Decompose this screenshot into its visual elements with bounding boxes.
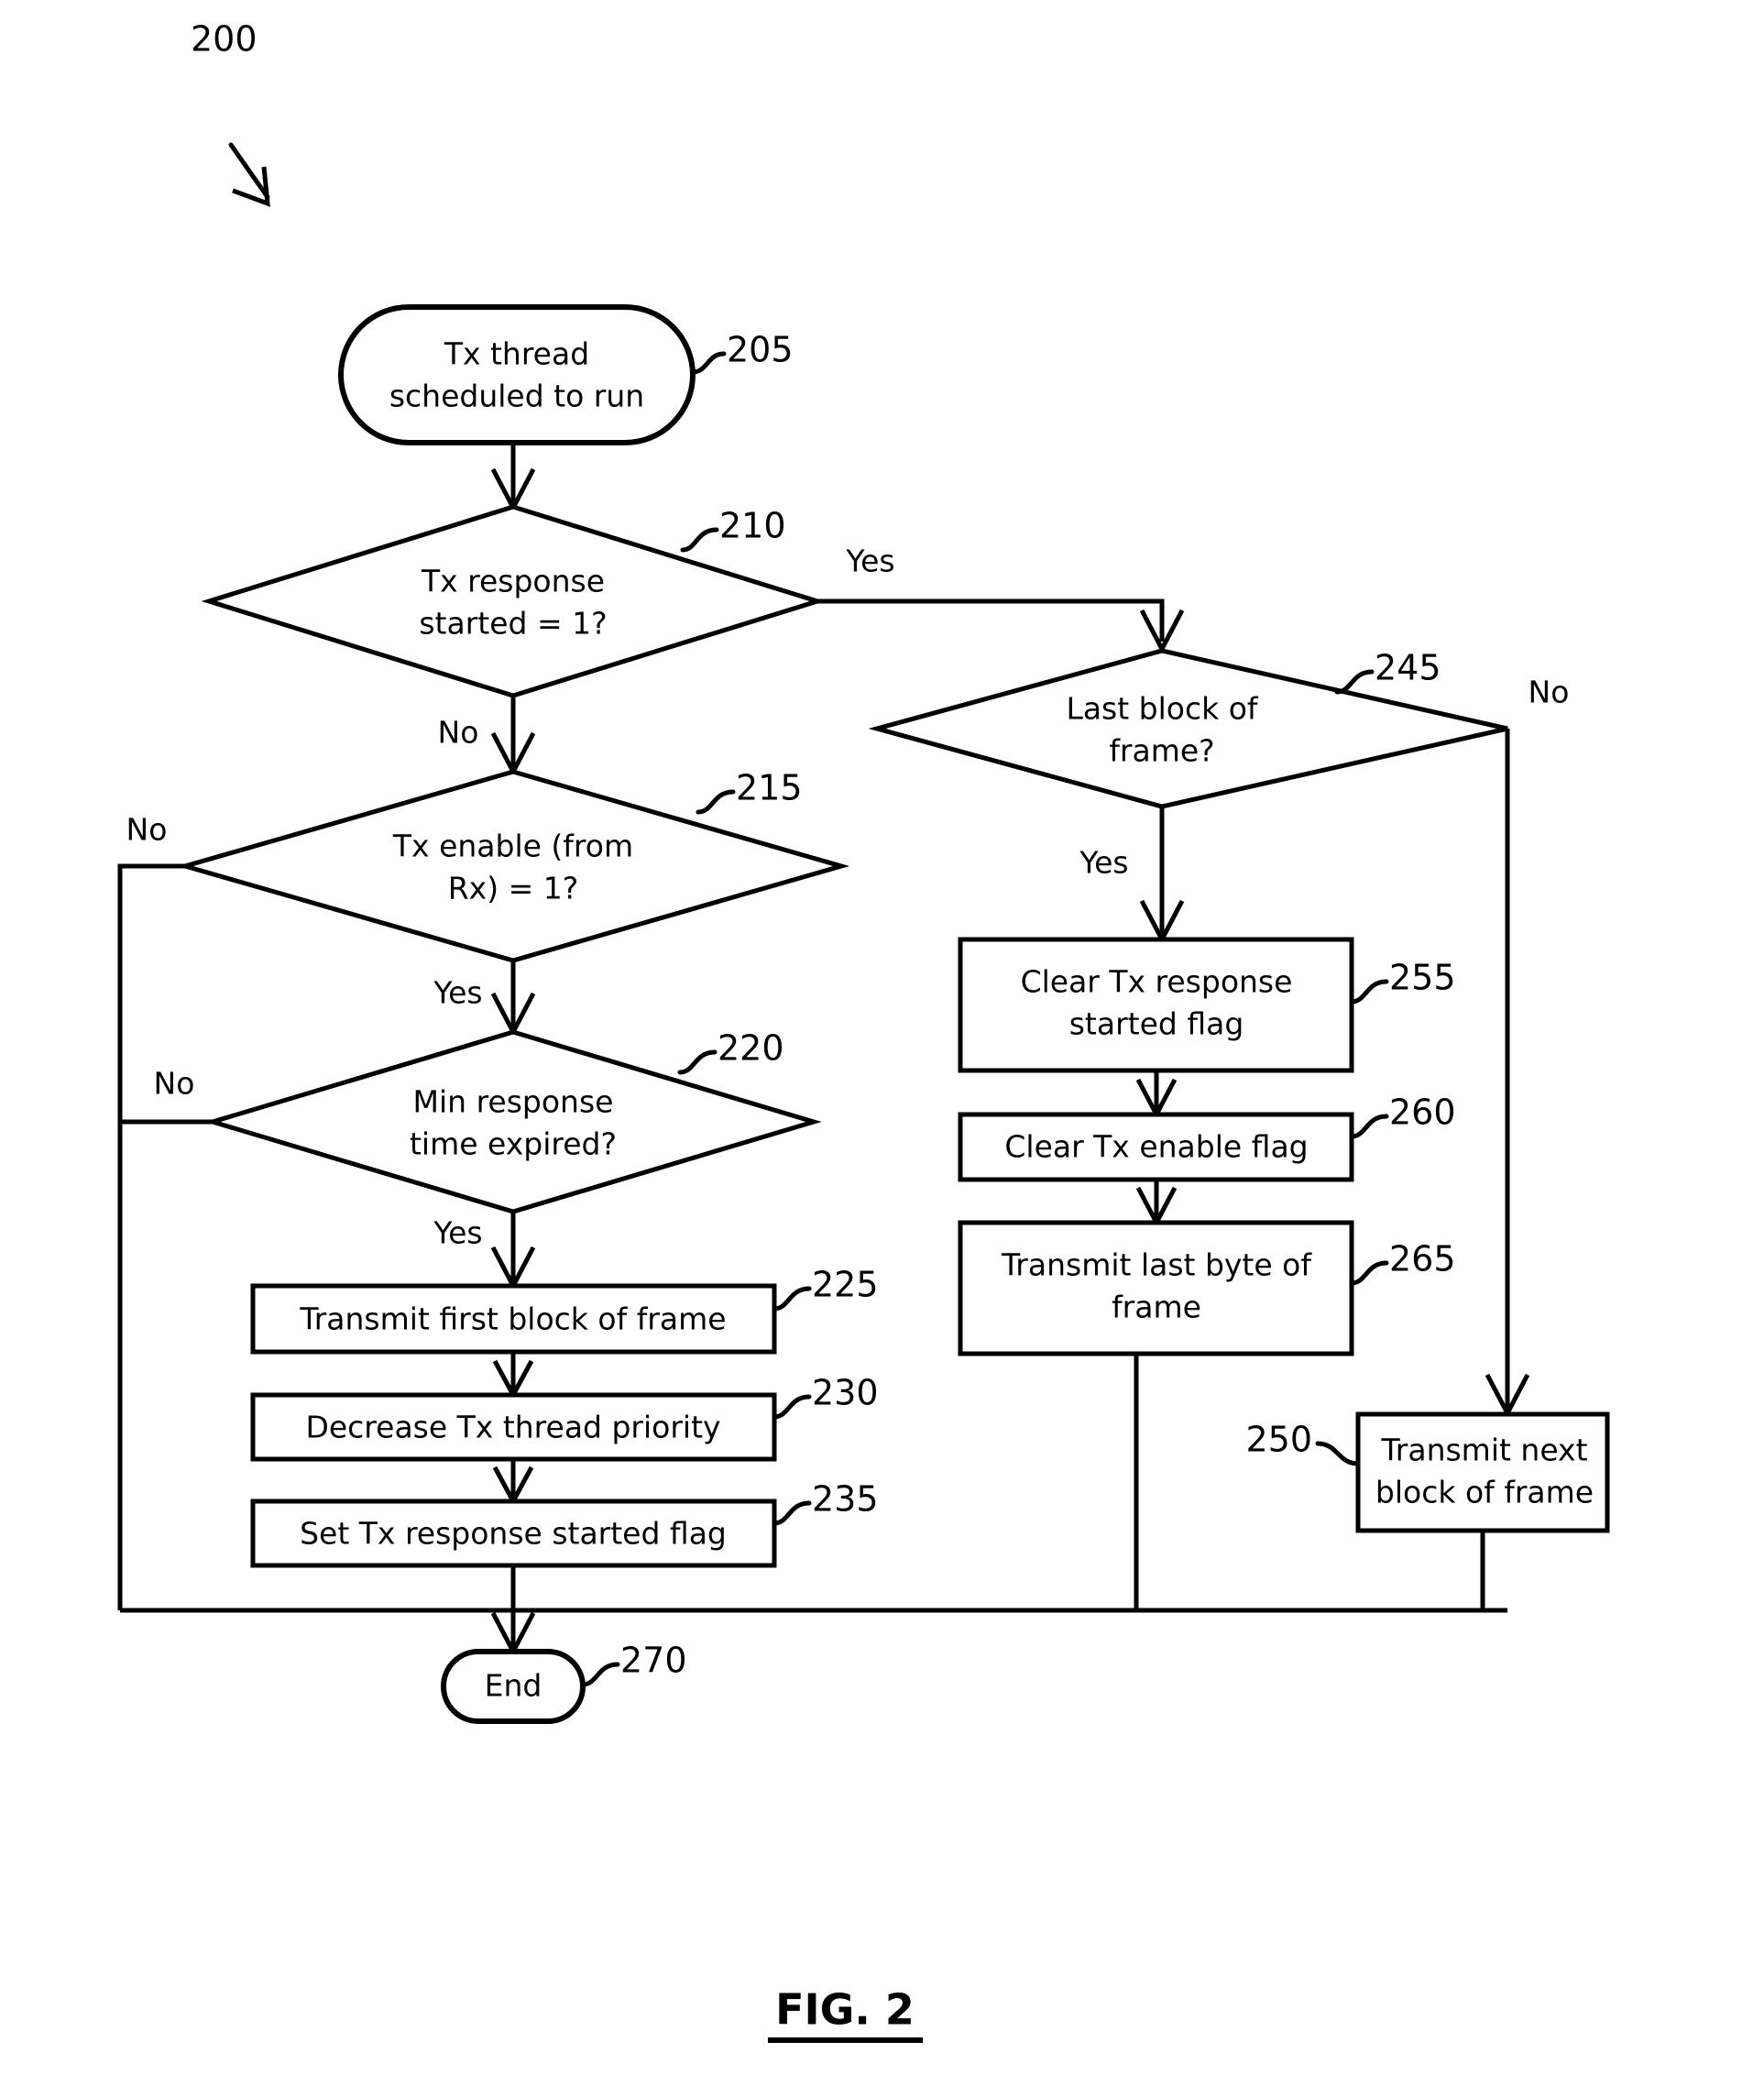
branch-label-210-yes: Yes [845, 543, 894, 579]
decision-245-line1: Last block of [1066, 691, 1258, 727]
decision-220-line2: time expired? [410, 1126, 617, 1162]
ref-215-leader [696, 789, 736, 815]
decision-215-line2: Rx) = 1? [448, 871, 578, 906]
edge-245-no-to-250: No [1485, 675, 1570, 1419]
ref-250-leader [1315, 1441, 1361, 1466]
edge-210-no-to-215: No [438, 696, 536, 777]
decision-220-line1: Min response [413, 1084, 614, 1120]
ref-255-leader [1349, 979, 1389, 1005]
ref-205-label: 205 [727, 330, 794, 370]
process-265-line2: frame [1112, 1290, 1201, 1325]
node-decision-220: Min response time expired? 220 [204, 1028, 822, 1214]
branch-label-220-yes: Yes [433, 1215, 482, 1251]
edge-210-245-line [817, 598, 1165, 642]
process-255-shape [958, 937, 1354, 1073]
edge-260-to-265 [1135, 1180, 1178, 1228]
ref-265-label: 265 [1389, 1239, 1456, 1279]
edge-205-to-210 [490, 443, 536, 513]
node-process-225: Transmit first block of frame 225 [250, 1265, 879, 1355]
node-start-205: Tx thread scheduled to run 205 [338, 304, 794, 445]
ref-220-leader [677, 1049, 718, 1075]
process-260-label: Clear Tx enable flag [1004, 1129, 1308, 1165]
figure-caption-text: FIG. 2 [775, 1985, 915, 2035]
figure-caption: FIG. 2 [768, 1985, 923, 2043]
flowchart-svg: 200 Tx thread scheduled to run 205 Tx re… [117, 19, 1610, 2043]
node-process-260: Clear Tx enable flag 260 [958, 1092, 1456, 1182]
edge-225-to-230 [492, 1352, 534, 1400]
ref-245-label: 245 [1375, 648, 1441, 688]
edge-220-no-to-end: No [120, 1066, 213, 1125]
ref-260-leader [1349, 1114, 1389, 1139]
node-decision-210: Tx response started = 1? 210 [201, 504, 826, 698]
ref-225-leader [772, 1286, 812, 1312]
ref-260-label: 260 [1389, 1092, 1456, 1133]
ref-215-label: 215 [736, 768, 803, 808]
ref-245-leader [1334, 669, 1375, 695]
node-decision-245: Last block of frame? 245 [868, 648, 1508, 809]
decision-210-line2: started = 1? [419, 606, 607, 642]
branch-label-210-no: No [438, 715, 479, 751]
ref-210-leader [680, 527, 719, 553]
node-process-235: Set Tx response started flag 235 [250, 1479, 879, 1568]
ref-230-label: 230 [812, 1373, 879, 1413]
end-label: End [485, 1668, 542, 1704]
node-process-250: Transmit next block of frame 250 [1245, 1411, 1610, 1533]
ref-255-label: 255 [1389, 958, 1456, 998]
ref-270-leader [580, 1662, 620, 1687]
ref-270-label: 270 [620, 1641, 687, 1681]
decision-215-line1: Tx enable (from [392, 829, 633, 864]
edge-220-yes-to-225: Yes [433, 1212, 536, 1291]
edge-210-yes-to-245: Yes [817, 543, 1185, 654]
process-255-line2: started flag [1069, 1006, 1244, 1042]
decision-245-line2: frame? [1109, 733, 1214, 769]
process-255-line1: Clear Tx response [1021, 964, 1293, 1000]
edge-215-no-to-end: No [117, 812, 185, 1610]
ref-210-label: 210 [719, 506, 786, 546]
process-230-label: Decrease Tx thread priority [305, 1410, 720, 1445]
start-terminator-shape [338, 304, 696, 445]
node-process-265: Transmit last byte of frame 265 [958, 1220, 1456, 1356]
ref-250-label: 250 [1245, 1420, 1312, 1460]
ref-220-label: 220 [718, 1028, 784, 1069]
ref-235-label: 235 [812, 1479, 879, 1520]
branch-label-215-no: No [126, 812, 168, 848]
node-decision-215: Tx enable (from Rx) = 1? 215 [176, 768, 850, 963]
process-250-line2: block of frame [1375, 1475, 1594, 1510]
process-225-label: Transmit first block of frame [299, 1301, 726, 1337]
branch-label-245-no: No [1528, 675, 1570, 710]
ref-265-leader [1349, 1260, 1389, 1286]
ref-235-leader [772, 1500, 812, 1526]
diagram-ref-label: 200 [191, 19, 257, 60]
node-end-270: End 270 [441, 1641, 687, 1724]
diagram-ref-200: 200 [191, 19, 270, 207]
start-label-line2: scheduled to run [389, 379, 644, 414]
process-250-line1: Transmit next [1380, 1433, 1587, 1468]
branch-label-215-yes: Yes [433, 975, 482, 1011]
ref-205-leader [690, 351, 727, 375]
ref-230-leader [772, 1394, 812, 1420]
process-265-line1: Transmit last byte of [1001, 1247, 1312, 1283]
start-label-line1: Tx thread [444, 336, 589, 372]
edge-245-yes-to-255: Yes [1079, 807, 1185, 945]
process-235-label: Set Tx response started flag [300, 1516, 727, 1552]
process-265-shape [958, 1220, 1354, 1356]
edge-215-yes-to-220: Yes [433, 961, 536, 1038]
decision-210-line1: Tx response [421, 564, 605, 599]
edge-255-to-260 [1135, 1070, 1178, 1120]
node-process-230: Decrease Tx thread priority 230 [250, 1373, 879, 1462]
edge-230-to-235 [492, 1459, 534, 1507]
branch-label-245-yes: Yes [1079, 845, 1128, 881]
edge-215-no-line [117, 863, 185, 1610]
branch-label-220-no: No [154, 1066, 195, 1102]
figure-canvas: 200 Tx thread scheduled to run 205 Tx re… [0, 0, 1764, 2086]
ref-225-label: 225 [812, 1265, 879, 1305]
node-process-255: Clear Tx response started flag 255 [958, 937, 1456, 1073]
